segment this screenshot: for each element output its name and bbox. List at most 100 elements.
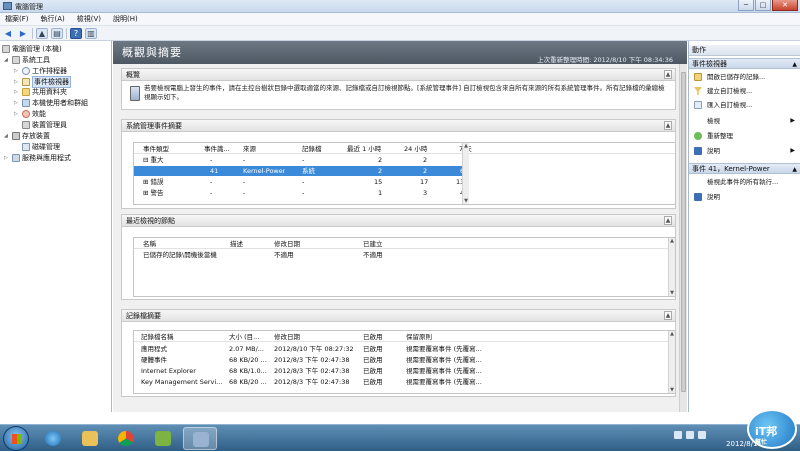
collapse-icon[interactable]: ◢ (4, 133, 10, 139)
expand-icon[interactable]: ▷ (4, 155, 10, 161)
scrollbar-thumb[interactable] (681, 72, 686, 392)
action-create-custom-view[interactable]: 建立自訂檢視... (689, 86, 800, 96)
column-header[interactable]: 名稱 (143, 239, 156, 249)
tree-item-performance[interactable]: ▷ 效能 (14, 109, 46, 119)
collapse-section-icon[interactable]: ▲ (664, 311, 672, 320)
toolbar-separator (32, 27, 33, 39)
overview-header[interactable]: 概覽 ▲ (122, 69, 675, 81)
column-header[interactable]: 已建立 (363, 239, 383, 249)
action-refresh[interactable]: 重新整理 (689, 131, 800, 141)
folder-icon (82, 431, 98, 446)
taskbar-explorer[interactable] (73, 427, 107, 450)
up-folder-icon[interactable]: ▲ (36, 27, 48, 39)
table-row[interactable]: Internet Explorer 68 KB/1.0... 2012/8/3 … (134, 366, 675, 376)
minimize-button[interactable]: ─ (738, 0, 754, 11)
taskbar-ie[interactable] (36, 427, 70, 450)
tree-item-task-scheduler[interactable]: ▷ 工作排程器 (14, 66, 67, 76)
collapse-triangle-icon[interactable]: ▲ (792, 59, 797, 70)
tree-item-computer-management[interactable]: 電腦管理 (本機) (2, 44, 62, 54)
table-scrollbar[interactable]: ▲ ▼ (668, 331, 675, 393)
column-header[interactable]: 修改日期 (274, 332, 300, 342)
menu-help[interactable]: 說明(H) (113, 14, 138, 24)
submenu-arrow-icon: ▶ (790, 147, 795, 154)
expand-icon[interactable]: ▷ (14, 79, 20, 85)
tree-item-local-users-groups[interactable]: ▷ 本機使用者和群組 (14, 98, 88, 108)
column-header[interactable]: 修改日期 (274, 239, 300, 249)
taskbar-users[interactable] (146, 427, 180, 450)
close-button[interactable]: ✕ (772, 0, 798, 11)
column-header[interactable]: 記錄檔 (302, 144, 322, 154)
table-row[interactable]: Key Management Servi... 68 KB/20 ... 201… (134, 377, 675, 387)
show-hide-tree-icon[interactable]: ▤ (51, 27, 63, 39)
taskbar-chrome[interactable] (109, 427, 143, 450)
tree-item-system-tools[interactable]: ◢ 系統工具 (4, 55, 50, 65)
results-scrollbar[interactable] (679, 64, 687, 412)
table-row[interactable]: 已儲存的記錄\開機後當機 不適用 不適用 (134, 250, 675, 260)
actions-group-event-viewer[interactable]: 事件檢視器 ▲ (689, 58, 800, 69)
menu-action[interactable]: 執行(A) (41, 14, 65, 24)
collapse-section-icon[interactable]: ▲ (664, 121, 672, 130)
tray-arrow-icon[interactable] (674, 431, 682, 439)
action-view[interactable]: 檢視 ▶ (689, 116, 800, 126)
column-header[interactable]: 大小 (目... (229, 332, 267, 342)
expand-icon[interactable]: ▷ (14, 68, 20, 74)
scroll-down-icon[interactable]: ▼ (463, 198, 469, 204)
recent-nodes-header[interactable]: 最近檢視的節點 ▲ (122, 215, 675, 227)
column-header[interactable]: 事件識... (204, 144, 236, 154)
maximize-button[interactable]: □ (755, 0, 771, 11)
log-summary-header[interactable]: 記錄檔摘要 ▲ (122, 310, 675, 322)
volume-icon[interactable] (698, 431, 706, 439)
column-header[interactable]: 24 小時 (404, 144, 427, 154)
back-icon[interactable]: ◀ (2, 28, 14, 39)
action-import-custom-view[interactable]: 匯入自訂檢視... (689, 100, 800, 110)
help-icon[interactable]: ? (70, 27, 82, 39)
collapse-section-icon[interactable]: ▲ (664, 216, 672, 225)
table-row[interactable]: 硬體事件 68 KB/20 ... 2012/8/3 下午 02:47:38 已… (134, 355, 675, 365)
actions-group-event-41[interactable]: 事件 41，Kernel-Power ▲ (689, 163, 800, 174)
collapse-triangle-icon[interactable]: ▲ (792, 164, 797, 175)
tree-item-disk-management[interactable]: 磁碟管理 (14, 142, 60, 152)
column-header[interactable]: 最近 1 小時 (347, 144, 381, 154)
expand-icon[interactable]: ▷ (14, 100, 20, 106)
scroll-up-icon[interactable]: ▲ (669, 331, 675, 337)
tree-item-storage[interactable]: ◢ 存放裝置 (4, 131, 50, 141)
scroll-up-icon[interactable]: ▲ (463, 143, 469, 149)
collapse-icon[interactable]: ◢ (4, 57, 10, 63)
results-header: 概觀與摘要 上次重新整理時間: 2012/8/10 下午 08:34:36 (113, 41, 687, 64)
menu-view[interactable]: 檢視(V) (77, 14, 101, 24)
forward-icon[interactable]: ▶ (17, 28, 29, 39)
scroll-down-icon[interactable]: ▼ (669, 387, 675, 393)
tree-item-shared-folders[interactable]: ▷ 共用資料夾 (14, 87, 67, 97)
column-header[interactable]: 描述 (230, 239, 243, 249)
action-event-help[interactable]: 說明 (689, 192, 800, 202)
table-header: 名稱 描述 修改日期 已建立 (134, 239, 675, 249)
start-button[interactable] (3, 426, 29, 451)
menu-file[interactable]: 檔案(F) (5, 14, 29, 24)
tree-item-device-manager[interactable]: 裝置管理員 (14, 120, 67, 130)
admin-events-header[interactable]: 系統管理事件摘要 ▲ (122, 120, 675, 132)
expand-icon[interactable]: ▷ (14, 111, 20, 117)
table-scrollbar[interactable]: ▲ ▼ (462, 143, 469, 204)
scroll-down-icon[interactable]: ▼ (669, 290, 675, 296)
action-help[interactable]: 說明 ▶ (689, 146, 800, 156)
column-header[interactable]: 來源 (243, 144, 256, 154)
taskbar-computer-management[interactable] (183, 427, 217, 450)
table-row[interactable]: ⊞ 錯誤 - - - 15 17 134 (134, 177, 675, 187)
column-header[interactable]: 已啟用 (363, 332, 383, 342)
column-header[interactable]: 保留原則 (406, 332, 432, 342)
expand-icon[interactable]: ▷ (14, 89, 20, 95)
column-header[interactable]: 事件類型 (143, 144, 169, 154)
action-view-all-instances[interactable]: 檢視此事件的所有執行... (689, 177, 800, 187)
table-row[interactable]: 應用程式 2.07 MB/... 2012/8/10 下午 08:27:32 已… (134, 344, 675, 354)
table-row-selected[interactable]: 41 Kernel-Power 系統 2 2 6 (134, 166, 467, 176)
action-open-saved-log[interactable]: 開啟已儲存的記錄... (689, 72, 800, 82)
column-header[interactable]: 記錄檔名稱 (141, 332, 174, 342)
collapse-section-icon[interactable]: ▲ (664, 70, 672, 79)
show-hide-action-pane-icon[interactable]: ▥ (85, 27, 97, 39)
table-row[interactable]: ⊞ 警告 - - - 1 3 45 (134, 188, 675, 198)
scroll-up-icon[interactable]: ▲ (669, 238, 675, 244)
network-icon[interactable] (686, 431, 694, 439)
table-row[interactable]: ⊟ 重大 - - - 2 2 6 (134, 155, 675, 165)
table-scrollbar[interactable]: ▲ ▼ (668, 238, 675, 296)
tree-item-services-apps[interactable]: ▷ 服務與應用程式 (4, 153, 71, 163)
